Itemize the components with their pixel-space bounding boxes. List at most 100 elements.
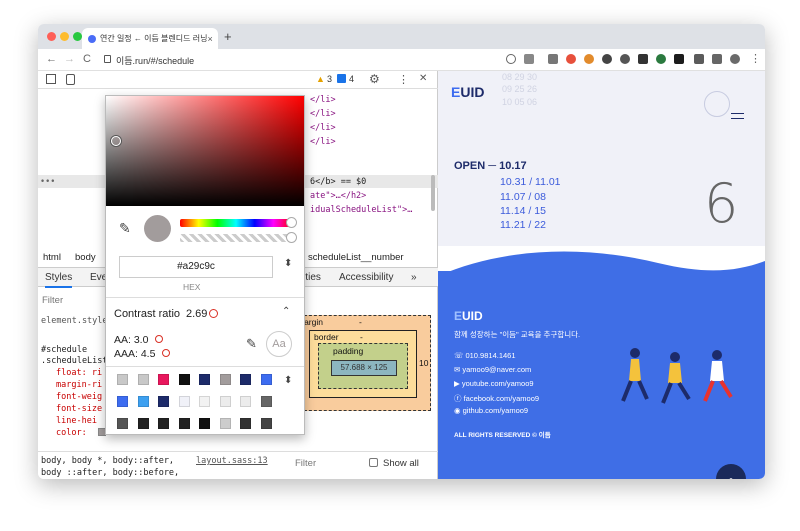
css-property[interactable]: font-size [56,404,102,414]
footer-github[interactable]: ◉ github.com/yamoo9 [454,406,528,415]
gear-icon[interactable]: ⚙ [369,72,380,86]
browser-menu-icon[interactable]: ⋮ [750,52,761,65]
palette-swatch[interactable] [199,374,210,385]
palette-swatch[interactable] [260,374,272,385]
breadcrumb-body[interactable]: body [75,252,96,263]
border-top-value[interactable]: - [360,332,363,342]
reload-button[interactable]: C [83,53,91,65]
eyedropper-icon[interactable]: ✎ [246,336,257,352]
palette-toggle-icon[interactable]: ⬍ [284,375,292,386]
footer-email[interactable]: ✉ yamoo9@naver.com [454,365,531,374]
star-icon[interactable] [524,54,534,64]
extension-icon[interactable] [584,54,594,64]
extension-icon[interactable] [638,54,648,64]
alpha-slider[interactable] [180,234,292,242]
styles-filter-input[interactable]: Filter [42,295,63,306]
palette-swatch[interactable] [178,396,190,407]
palette-swatch[interactable] [178,374,190,385]
ellipsis-icon[interactable]: ••• [40,177,55,187]
message-icon[interactable] [337,74,346,83]
palette-swatch[interactable] [137,374,149,385]
palette-swatch[interactable] [158,374,169,385]
margin-top-value[interactable]: - [359,317,362,327]
eyedropper-icon[interactable]: ✎ [119,220,131,237]
palette-swatch[interactable] [137,418,149,429]
css-property[interactable]: float: ri [56,368,102,378]
address-bar[interactable]: 이듬.run/#/schedule [116,54,194,67]
media-icon[interactable] [712,54,722,64]
warning-icon[interactable]: ▲ [316,74,325,84]
footer-phone[interactable]: ☏ 010.9814.1461 [454,351,516,360]
new-tab-button[interactable]: + [224,29,232,44]
box-model-content[interactable]: 57.688 × 125 [331,360,397,376]
zoom-icon[interactable] [506,54,516,64]
code-line[interactable]: ate">…</h2> [310,191,366,201]
format-toggle-icon[interactable]: ⬍ [284,258,292,269]
maximize-window-button[interactable] [73,32,82,41]
palette-swatch[interactable] [219,396,231,407]
palette-swatch[interactable] [117,374,128,385]
spectrum-handle[interactable] [111,136,121,146]
minimize-window-button[interactable] [60,32,69,41]
color-spectrum[interactable] [106,96,304,206]
computed-filter-input[interactable]: Filter [295,458,316,469]
margin-right-value[interactable]: 10 [419,358,428,368]
extension-icon[interactable] [566,54,576,64]
more-icon[interactable]: ⋮ [398,73,409,86]
footer-youtube[interactable]: ▶ youtube.com/yamoo9 [454,379,534,388]
device-toolbar-icon[interactable] [66,74,75,85]
code-line[interactable]: </li> [310,95,336,105]
forward-button[interactable]: → [64,53,75,65]
code-line[interactable]: </li> [310,123,336,133]
source-link[interactable]: layout.sass:13 [196,456,268,466]
breadcrumb-html[interactable]: html [43,252,61,263]
palette-swatch[interactable] [260,396,272,407]
code-line[interactable]: </li> [310,109,336,119]
css-property[interactable]: line-hei [56,416,97,426]
palette-swatch[interactable] [137,396,149,407]
palette-swatch[interactable] [260,418,272,429]
puzzle-icon[interactable] [694,54,704,64]
alpha-slider-handle[interactable] [286,232,297,243]
selected-node[interactable]: 6</b> == $0 [310,177,366,187]
breadcrumb-current[interactable]: scheduleList__number [308,252,404,263]
palette-swatch[interactable] [199,418,210,429]
extension-icon[interactable] [674,54,684,64]
css-property[interactable]: margin-ri [56,380,102,390]
css-property[interactable]: font-weig [56,392,102,402]
code-line[interactable]: idualScheduleList">… [310,205,412,215]
palette-swatch[interactable] [178,418,190,429]
palette-swatch[interactable] [158,418,169,429]
chevron-up-icon[interactable]: ⌃ [282,306,290,317]
more-tabs-icon[interactable]: » [411,272,417,283]
extension-icon[interactable] [620,54,630,64]
code-line[interactable]: </li> [310,137,336,147]
extension-icon[interactable] [602,54,612,64]
palette-swatch[interactable] [219,374,231,385]
camera-extension-icon[interactable] [548,54,558,64]
hue-slider-handle[interactable] [286,217,297,228]
palette-swatch[interactable] [219,418,231,429]
palette-swatch[interactable] [158,396,169,407]
browser-tab[interactable]: 연간 일정 ← 이듬 블렌디드 러닝 × [82,28,218,49]
hamburger-menu-icon[interactable] [731,113,744,119]
show-all-checkbox[interactable] [369,458,378,467]
palette-swatch[interactable] [240,374,251,385]
extension-icon[interactable] [656,54,666,64]
footer-facebook[interactable]: ⓕ facebook.com/yamoo9 [454,393,539,404]
tab-accessibility[interactable]: Accessibility [339,272,393,283]
palette-swatch[interactable] [117,418,128,429]
palette-swatch[interactable] [117,396,128,407]
hue-slider[interactable] [180,219,292,227]
close-tab-icon[interactable]: × [207,34,212,44]
tab-styles[interactable]: Styles [45,272,73,288]
hex-input[interactable]: #a29c9c [119,256,273,278]
close-window-button[interactable] [47,32,56,41]
avatar[interactable] [730,54,740,64]
scrollbar[interactable] [431,175,435,211]
site-logo[interactable]: EUID [451,84,484,100]
palette-swatch[interactable] [240,396,251,407]
palette-swatch[interactable] [240,418,251,429]
css-property[interactable]: color: [56,428,92,438]
back-button[interactable]: ← [46,53,57,65]
